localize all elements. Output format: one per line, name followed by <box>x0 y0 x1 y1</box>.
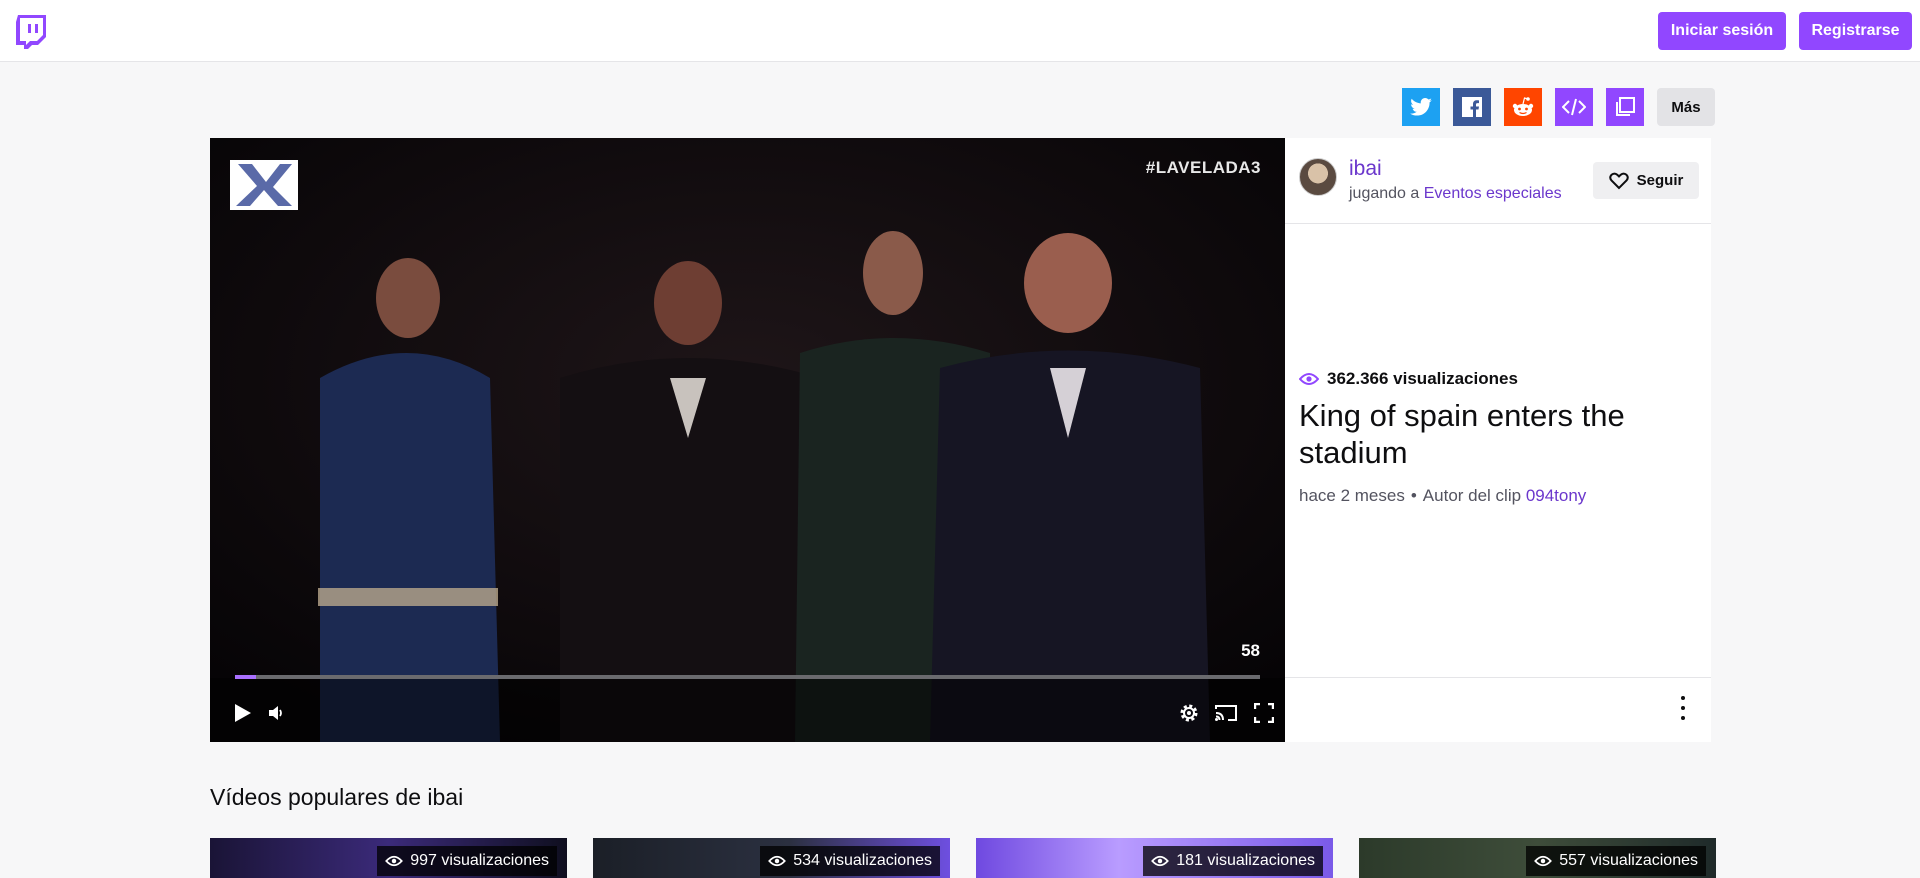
channel-text: ibai jugando a Eventos especiales <box>1349 158 1562 203</box>
heart-icon <box>1608 172 1629 189</box>
view-badge-text: 997 visualizaciones <box>410 852 549 869</box>
play-button[interactable] <box>230 700 256 726</box>
view-count: 362.366 visualizaciones <box>1299 369 1518 389</box>
copy-link-button[interactable] <box>1606 88 1644 126</box>
clip-title: King of spain enters the stadium <box>1299 398 1625 470</box>
game-link[interactable]: Eventos especiales <box>1424 185 1562 202</box>
facebook-icon <box>1462 97 1482 117</box>
video-player[interactable]: #LAVELADA3 58 <box>210 138 1285 742</box>
view-badge: 181 visualizaciones <box>1143 846 1323 876</box>
follow-button[interactable]: Seguir <box>1593 162 1699 199</box>
avatar[interactable] <box>1299 158 1337 196</box>
view-badge: 997 visualizaciones <box>377 846 557 876</box>
channel-name-link[interactable]: ibai <box>1349 158 1562 180</box>
reddit-icon <box>1512 97 1534 116</box>
stream-hashtag: #LAVELADA3 <box>1145 158 1261 177</box>
video-frame <box>210 138 1285 742</box>
eye-icon <box>1151 855 1170 867</box>
divider <box>1285 223 1711 224</box>
cast-button[interactable] <box>1213 700 1239 726</box>
fullscreen-button[interactable] <box>1251 700 1277 726</box>
video-thumbnail[interactable]: 997 visualizaciones <box>210 838 567 878</box>
view-count-text: 362.366 visualizaciones <box>1327 369 1518 388</box>
volume-icon <box>269 706 282 720</box>
popular-videos-title: Vídeos populares de ibai <box>210 784 464 810</box>
share-bar: Más <box>1402 88 1715 126</box>
channel-info: ibai jugando a Eventos especiales <box>1299 158 1562 203</box>
reddit-share-button[interactable] <box>1504 88 1542 126</box>
more-options-button[interactable] <box>1677 696 1689 720</box>
playing-prefix: jugando a <box>1349 185 1420 202</box>
divider <box>1285 677 1711 678</box>
eye-icon <box>1534 855 1553 867</box>
twitter-share-button[interactable] <box>1402 88 1440 126</box>
top-bar: Iniciar sesión Registrarse <box>0 0 1920 62</box>
dot <box>1681 706 1685 710</box>
playing-line: jugando a Eventos especiales <box>1349 185 1562 203</box>
follow-label: Seguir <box>1636 172 1684 189</box>
volume-button[interactable] <box>264 700 290 726</box>
copy-icon <box>1616 97 1635 116</box>
video-thumbnail[interactable]: 557 visualizaciones <box>1359 838 1716 878</box>
gear-icon <box>1180 704 1198 722</box>
popular-videos-list: 997 visualizaciones 534 visualizaciones … <box>210 838 1716 878</box>
view-badge-text: 181 visualizaciones <box>1176 852 1315 869</box>
cast-icon <box>1215 705 1237 721</box>
register-button[interactable]: Registrarse <box>1799 12 1912 50</box>
login-button[interactable]: Iniciar sesión <box>1658 12 1786 50</box>
dot <box>1681 716 1685 720</box>
eye-icon <box>385 855 404 867</box>
view-badge: 557 visualizaciones <box>1526 846 1706 876</box>
dot <box>1681 696 1685 700</box>
separator-dot: • <box>1410 486 1417 505</box>
eye-icon <box>1299 373 1319 385</box>
twitch-logo-icon[interactable] <box>16 15 46 49</box>
author-link[interactable]: 094tony <box>1526 486 1587 505</box>
progress-bar[interactable] <box>235 675 1260 679</box>
more-share-button[interactable]: Más <box>1657 88 1715 126</box>
eye-icon <box>768 855 787 867</box>
code-icon <box>1562 98 1586 116</box>
video-thumbnail[interactable]: 534 visualizaciones <box>593 838 950 878</box>
broadcast-logo-icon <box>230 160 298 210</box>
clip-info-panel: ibai jugando a Eventos especiales Seguir… <box>1285 138 1711 742</box>
clip-age: hace 2 meses <box>1299 486 1405 505</box>
play-icon <box>235 704 251 722</box>
view-badge-text: 534 visualizaciones <box>793 852 932 869</box>
view-badge-text: 557 visualizaciones <box>1559 852 1698 869</box>
progress-fill <box>235 675 256 679</box>
view-badge: 534 visualizaciones <box>760 846 940 876</box>
clip-meta: hace 2 meses • Autor del clip 094tony <box>1299 486 1586 506</box>
embed-button[interactable] <box>1555 88 1593 126</box>
time-display: 58 <box>1241 641 1260 660</box>
author-prefix: Autor del clip <box>1422 486 1522 505</box>
video-thumbnail[interactable]: 181 visualizaciones <box>976 838 1333 878</box>
twitter-icon <box>1410 98 1432 116</box>
facebook-share-button[interactable] <box>1453 88 1491 126</box>
fullscreen-icon <box>1254 703 1274 723</box>
settings-button[interactable] <box>1176 700 1202 726</box>
